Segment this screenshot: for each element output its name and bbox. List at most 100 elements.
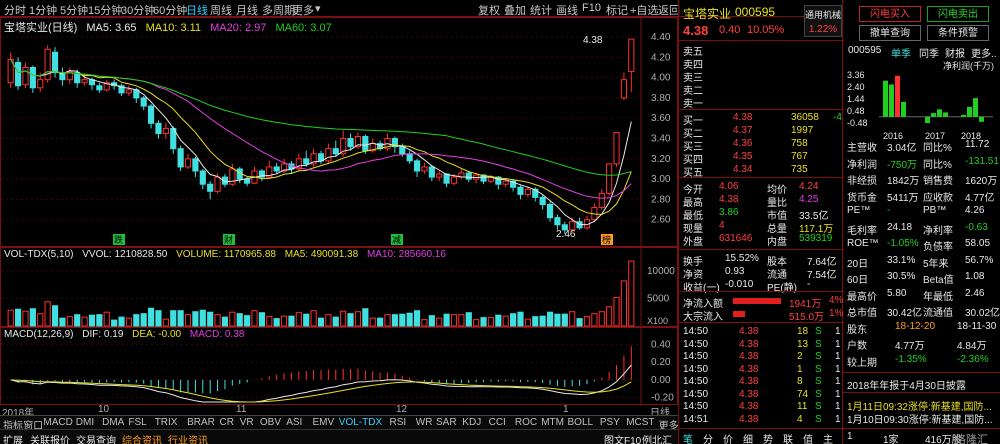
vol-y-tick: 10000 <box>647 266 675 277</box>
period-monthly[interactable]: 月线 <box>236 2 258 18</box>
sell-level-1: 卖一 <box>683 99 703 110</box>
y-tick-label: 3.80 <box>651 93 671 104</box>
stats-button[interactable]: 统计 <box>530 2 552 18</box>
fin-label: 销售费 <box>923 176 953 187</box>
period-daily[interactable]: 日线 <box>186 2 208 18</box>
tab-f10-graphic[interactable]: 图文F10 <box>604 432 641 444</box>
net-inflow-bar <box>733 298 781 304</box>
candlestick-chart[interactable]: 4.40 4.20 4.00 3.80 3.60 3.40 3.20 3.00 2.80 2.60… <box>1 18 679 248</box>
profit-y-tick: 1.44 <box>847 94 865 104</box>
quote-footer-tab[interactable]: 主 <box>823 431 833 444</box>
price-panel[interactable]: 宝塔实业(日线) MA5: 3.65 MA10: 3.11 MA20: 2.97… <box>0 17 679 248</box>
quote-footer-tab[interactable]: 势 <box>763 431 773 444</box>
volume-bar <box>66 316 73 327</box>
condition-alert-button[interactable]: 条件预警 <box>927 25 989 41</box>
indicator-tab[interactable]: EMV <box>313 417 335 428</box>
tick-row: 14:50 4.38 2 S 1 <box>679 351 844 363</box>
quote-footer-tab[interactable]: 细 <box>743 431 753 444</box>
period-more[interactable]: 更多 <box>292 2 314 18</box>
draw-button[interactable]: 画线 <box>556 2 578 18</box>
tick-time: 14:50 <box>683 351 709 362</box>
overlay-button[interactable]: 叠加 <box>504 2 526 18</box>
tab-related-quote[interactable]: 关联报价 <box>30 432 70 444</box>
macd-panel[interactable]: MACD(12,26,9) DIF: 0.19 DEA: -0.00 MACD:… <box>0 327 679 406</box>
indicator-tab[interactable]: MACD <box>43 417 72 428</box>
event-marker-label: 榜 <box>602 234 611 246</box>
indicator-tab[interactable]: OBV <box>260 417 281 428</box>
indicator-tab[interactable]: TRIX <box>155 417 178 428</box>
indicator-tab[interactable]: BRAR <box>187 417 215 428</box>
indicator-tab[interactable]: WR <box>416 417 433 428</box>
volume-bar <box>133 314 140 327</box>
tab-trade-query[interactable]: 交易查询 <box>76 432 116 444</box>
period-60min[interactable]: 60分钟 <box>153 2 187 18</box>
indicator-tab[interactable]: BOLL <box>568 417 594 428</box>
quote-footer-tab[interactable]: 值 <box>803 431 813 444</box>
volume-bar <box>450 314 458 327</box>
quote-footer-tab[interactable]: 分 <box>703 431 713 444</box>
volume-bar <box>569 311 576 327</box>
buy-level-volume: 758 <box>791 138 808 149</box>
indicator-tab[interactable]: RSI <box>390 417 407 428</box>
indicator-tab[interactable]: KDJ <box>462 417 481 428</box>
indicator-tab[interactable]: ROC <box>515 417 537 428</box>
profit-bar-chart[interactable]: 3.36 2.40 1.44 0.48 -0.48 <box>843 70 1000 132</box>
flash-buy-button[interactable]: 闪电买入 <box>859 6 921 22</box>
tab-financial-report[interactable]: 财报 <box>945 45 965 60</box>
tick-count: 1 <box>835 388 841 400</box>
flash-sell-button[interactable]: 闪电卖出 <box>927 6 989 22</box>
indicator-tab[interactable]: PSY <box>600 417 620 428</box>
tab-beihui[interactable]: 例北汇 <box>642 432 672 444</box>
indicator-tab[interactable]: DMA <box>102 417 124 428</box>
quote-footer-tab[interactable]: 价 <box>723 431 733 444</box>
fin-label: 主营收 <box>847 143 877 154</box>
period-fenshi[interactable]: 分时 <box>4 2 26 18</box>
chevron-down-icon[interactable]: ▾ <box>315 2 321 15</box>
fin-row: 非经损 1842万 销售费 1620万 <box>843 172 1000 187</box>
fin-row: 较上期 -1.35% -2.36% <box>843 354 1000 369</box>
period-multi[interactable]: 多周期 <box>262 2 295 18</box>
back-button[interactable]: 返回 <box>658 2 680 18</box>
mark-button[interactable]: 标记 <box>606 2 628 18</box>
tab-more[interactable]: 更多.. <box>971 45 997 60</box>
x-label-nov: 11 <box>236 404 247 415</box>
indicator-tab[interactable]: MCST <box>626 417 654 428</box>
indicator-tab[interactable]: FSL <box>128 417 146 428</box>
period-1min[interactable]: 1分钟 <box>29 2 57 18</box>
period-5min[interactable]: 5分钟 <box>60 2 88 18</box>
candle-body <box>502 180 509 185</box>
tab-same-quarter[interactable]: 同季 <box>919 45 939 60</box>
indicator-tab[interactable]: DMI <box>76 417 94 428</box>
indicator-tab[interactable]: CR <box>220 417 234 428</box>
add-watchlist-button[interactable]: +自选 <box>630 2 658 18</box>
stat-value: 0.93 <box>725 266 745 277</box>
period-15min[interactable]: 15分钟 <box>88 2 122 18</box>
volume-bar <box>561 313 568 327</box>
tab-extend[interactable]: 扩展 <box>3 432 23 444</box>
indicator-tab[interactable]: CCI <box>489 417 506 428</box>
volume-chart[interactable]: 10000 5000 X100 <box>1 248 679 328</box>
news-item-2[interactable]: 1月10日09:30涨停:新基建,国防... <box>847 411 993 426</box>
period-weekly[interactable]: 周线 <box>210 2 232 18</box>
candle-body <box>207 183 214 192</box>
report-notice[interactable]: 2018年年报于4月30日披露 <box>847 377 966 392</box>
f10-button[interactable]: F10 <box>582 2 601 14</box>
indicator-tab[interactable]: SAR <box>436 417 457 428</box>
volume-panel[interactable]: VOL-TDX(5,10) VVOL: 1210828.50 VOLUME: 1… <box>0 247 679 328</box>
indicator-tab[interactable]: MTM <box>541 417 564 428</box>
stat-value: 3.86 <box>719 207 739 218</box>
tab-news[interactable]: 综合资讯 <box>122 432 162 444</box>
fuquan-button[interactable]: 复权 <box>478 2 500 18</box>
macd-chart[interactable]: 0.40 0.20 0.00 -0.20 <box>1 328 679 406</box>
cancel-query-button[interactable]: 撤单查询 <box>859 25 921 41</box>
fin-label: 户数 <box>847 341 867 352</box>
indicator-tab[interactable]: VR <box>240 417 254 428</box>
tab-industry-news[interactable]: 行业资讯 <box>168 432 208 444</box>
tab-single-quarter[interactable]: 单季 <box>891 45 911 60</box>
candle-body <box>598 192 605 209</box>
period-30min[interactable]: 30分钟 <box>121 2 155 18</box>
quote-footer-tab[interactable]: 笔 <box>683 431 693 444</box>
indicator-tab[interactable]: ASI <box>286 417 302 428</box>
indicator-tab[interactable]: VOL-TDX <box>339 417 382 428</box>
quote-footer-tab[interactable]: 联 <box>783 431 793 444</box>
